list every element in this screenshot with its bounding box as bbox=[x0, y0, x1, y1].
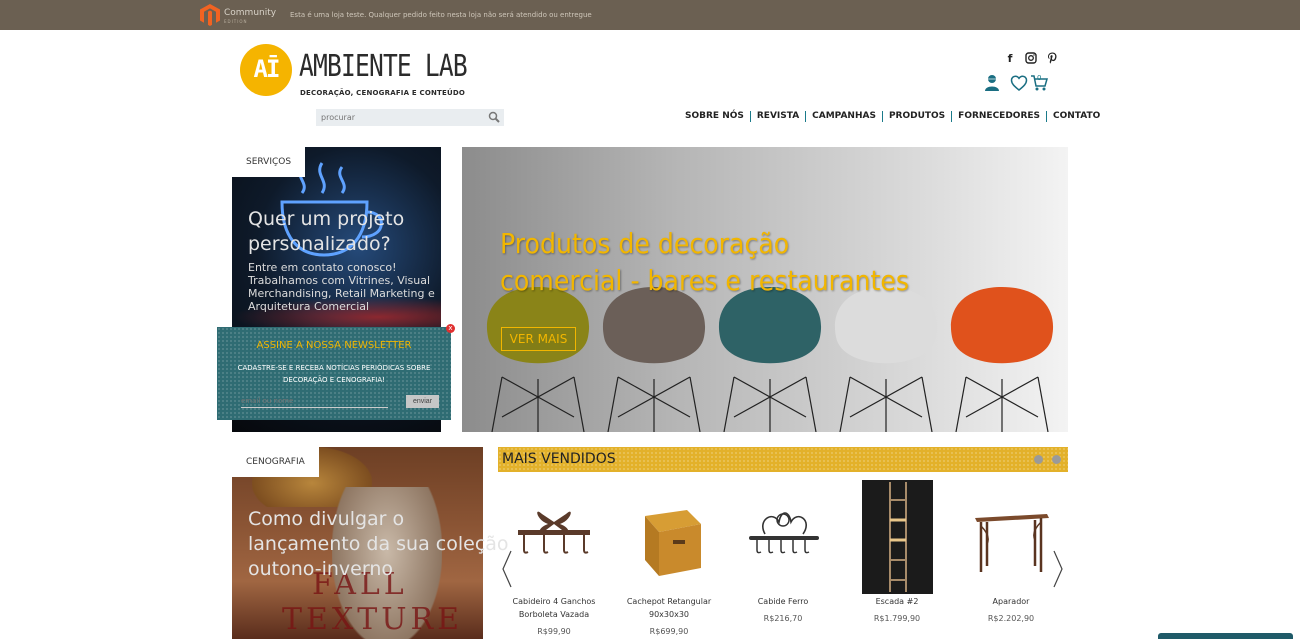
carousel-dot-1[interactable] bbox=[1034, 455, 1043, 464]
logo-mark[interactable]: AĪ bbox=[240, 44, 292, 96]
search-bar bbox=[316, 109, 504, 126]
cenografia-title-line1: Como divulgar o bbox=[248, 508, 405, 530]
newsletter-text-line2: DECORAÇÃO E CENOGRAFIA! bbox=[283, 376, 385, 384]
heart-icon[interactable] bbox=[1010, 74, 1028, 92]
services-text-line2: Trabalhamos com Vitrines, Visual bbox=[248, 274, 431, 287]
nav-campanhas[interactable]: CAMPANHAS bbox=[806, 111, 883, 122]
services-title-line1: Quer um projeto bbox=[248, 208, 405, 230]
product-name-line1: Cachepot Retangular bbox=[626, 597, 712, 606]
top-bar: Community EDITION Esta é uma loja teste.… bbox=[0, 0, 1300, 30]
nav-produtos[interactable]: PRODUTOS bbox=[883, 111, 953, 122]
product-image[interactable] bbox=[514, 480, 594, 594]
product-image[interactable] bbox=[861, 480, 933, 594]
product-name[interactable]: Cabideiro 4 Ganchos Borboleta Vazada bbox=[499, 595, 609, 621]
community-label: Community bbox=[224, 8, 277, 18]
main-nav: SOBRE NÓS REVISTA CAMPANHAS PRODUTOS FOR… bbox=[679, 111, 1106, 122]
services-title-line2: personalizado? bbox=[248, 233, 391, 255]
product-name[interactable]: Escada #2 bbox=[842, 595, 952, 608]
product-name[interactable]: Cabide Ferro bbox=[728, 595, 838, 608]
product-card[interactable]: Cabideiro 4 Ganchos Borboleta Vazada R$9… bbox=[499, 480, 609, 636]
pinterest-icon[interactable] bbox=[1045, 51, 1059, 65]
product-name-line1: Escada #2 bbox=[875, 597, 919, 606]
product-image[interactable] bbox=[971, 480, 1051, 594]
newsletter-text: CADASTRE-SE E RECEBA NOTÍCIAS PERIÓDICAS… bbox=[237, 362, 431, 386]
product-card[interactable]: Aparador R$2.202,90 bbox=[956, 480, 1066, 623]
product-price: R$699,90 bbox=[649, 627, 689, 636]
cenografia-tag: CENOGRAFIA bbox=[232, 447, 319, 477]
community-edition-label: EDITION bbox=[224, 19, 248, 24]
cenografia-title-line3: outono-inverno bbox=[248, 558, 394, 580]
cart-count: 0 bbox=[1037, 74, 1042, 82]
logo-mark-text: AĪ bbox=[253, 55, 281, 83]
logo-tagline: DECORAÇÃO, CENOGRAFIA E CONTEÚDO bbox=[300, 89, 466, 97]
product-price: R$1.799,90 bbox=[873, 614, 921, 623]
magento-logo-icon bbox=[200, 4, 220, 26]
product-name[interactable]: Aparador bbox=[956, 595, 1066, 608]
user-icon[interactable] bbox=[984, 74, 1000, 92]
product-price: R$216,70 bbox=[763, 614, 803, 623]
ver-mais-button[interactable]: VER MAIS bbox=[501, 327, 576, 351]
hero-title-line2: comercial - bares e restaurantes bbox=[500, 264, 909, 297]
nav-contato[interactable]: CONTATO bbox=[1047, 111, 1106, 122]
search-input[interactable] bbox=[321, 111, 481, 124]
nav-sobre-nos[interactable]: SOBRE NÓS bbox=[679, 111, 751, 122]
nav-fornecedores[interactable]: FORNECEDORES bbox=[952, 111, 1048, 122]
newsletter-email-input[interactable] bbox=[241, 395, 388, 408]
close-icon[interactable]: x bbox=[446, 324, 455, 333]
product-image[interactable] bbox=[743, 480, 823, 594]
services-text-line3: Merchandising, Retail Marketing e bbox=[248, 287, 435, 300]
newsletter-text-line1: CADASTRE-SE E RECEBA NOTÍCIAS PERIÓDICAS… bbox=[237, 364, 431, 372]
facebook-icon[interactable]: f bbox=[1003, 51, 1017, 65]
best-sellers-title: MAIS VENDIDOS bbox=[502, 451, 616, 467]
logo-name[interactable]: AMBIENTE LAB bbox=[299, 50, 468, 84]
product-image[interactable] bbox=[629, 480, 709, 594]
window-sign-line2: TEXTURE bbox=[282, 602, 464, 637]
carousel-dot-2[interactable] bbox=[1052, 455, 1061, 464]
product-name-line2: Borboleta Vazada bbox=[518, 610, 590, 619]
nav-revista[interactable]: REVISTA bbox=[751, 111, 807, 122]
product-price: R$99,90 bbox=[537, 627, 571, 636]
services-tag: SERVIÇOS bbox=[232, 147, 306, 177]
hero-title: Produtos de decoração comercial - bares … bbox=[500, 225, 909, 299]
product-name-line1: Cabideiro 4 Ganchos bbox=[512, 597, 596, 606]
cenografia-title-line2: lançamento da sua coleção bbox=[248, 533, 509, 555]
product-price: R$2.202,90 bbox=[987, 614, 1035, 623]
newsletter-submit-button[interactable]: enviar bbox=[406, 395, 439, 408]
product-name-line1: Aparador bbox=[992, 597, 1030, 606]
newsletter-title: ASSINE A NOSSA NEWSLETTER bbox=[256, 340, 412, 351]
product-name-line2: 90x30x30 bbox=[648, 610, 689, 619]
product-card[interactable]: Cabide Ferro R$216,70 bbox=[728, 480, 838, 623]
product-card[interactable]: Cachepot Retangular 90x30x30 R$699,90 bbox=[614, 480, 724, 636]
instagram-icon[interactable] bbox=[1024, 51, 1038, 65]
product-name-line1: Cabide Ferro bbox=[757, 597, 809, 606]
hero-banner[interactable]: Produtos de decoração comercial - bares … bbox=[462, 147, 1068, 432]
best-sellers-header: MAIS VENDIDOS bbox=[498, 447, 1068, 472]
product-card[interactable]: Escada #2 R$1.799,90 bbox=[842, 480, 952, 623]
search-icon[interactable] bbox=[488, 111, 500, 123]
services-text-line1: Entre em contato conosco! bbox=[248, 261, 397, 274]
services-text-line4: Arquitetura Comercial bbox=[248, 300, 370, 313]
chat-tab[interactable] bbox=[1158, 633, 1293, 639]
demo-store-notice: Esta é uma loja teste. Qualquer pedido f… bbox=[290, 11, 592, 19]
newsletter-popup: ASSINE A NOSSA NEWSLETTER CADASTRE-SE E … bbox=[217, 327, 451, 420]
product-name[interactable]: Cachepot Retangular 90x30x30 bbox=[614, 595, 724, 621]
hero-title-line1: Produtos de decoração bbox=[500, 227, 790, 260]
